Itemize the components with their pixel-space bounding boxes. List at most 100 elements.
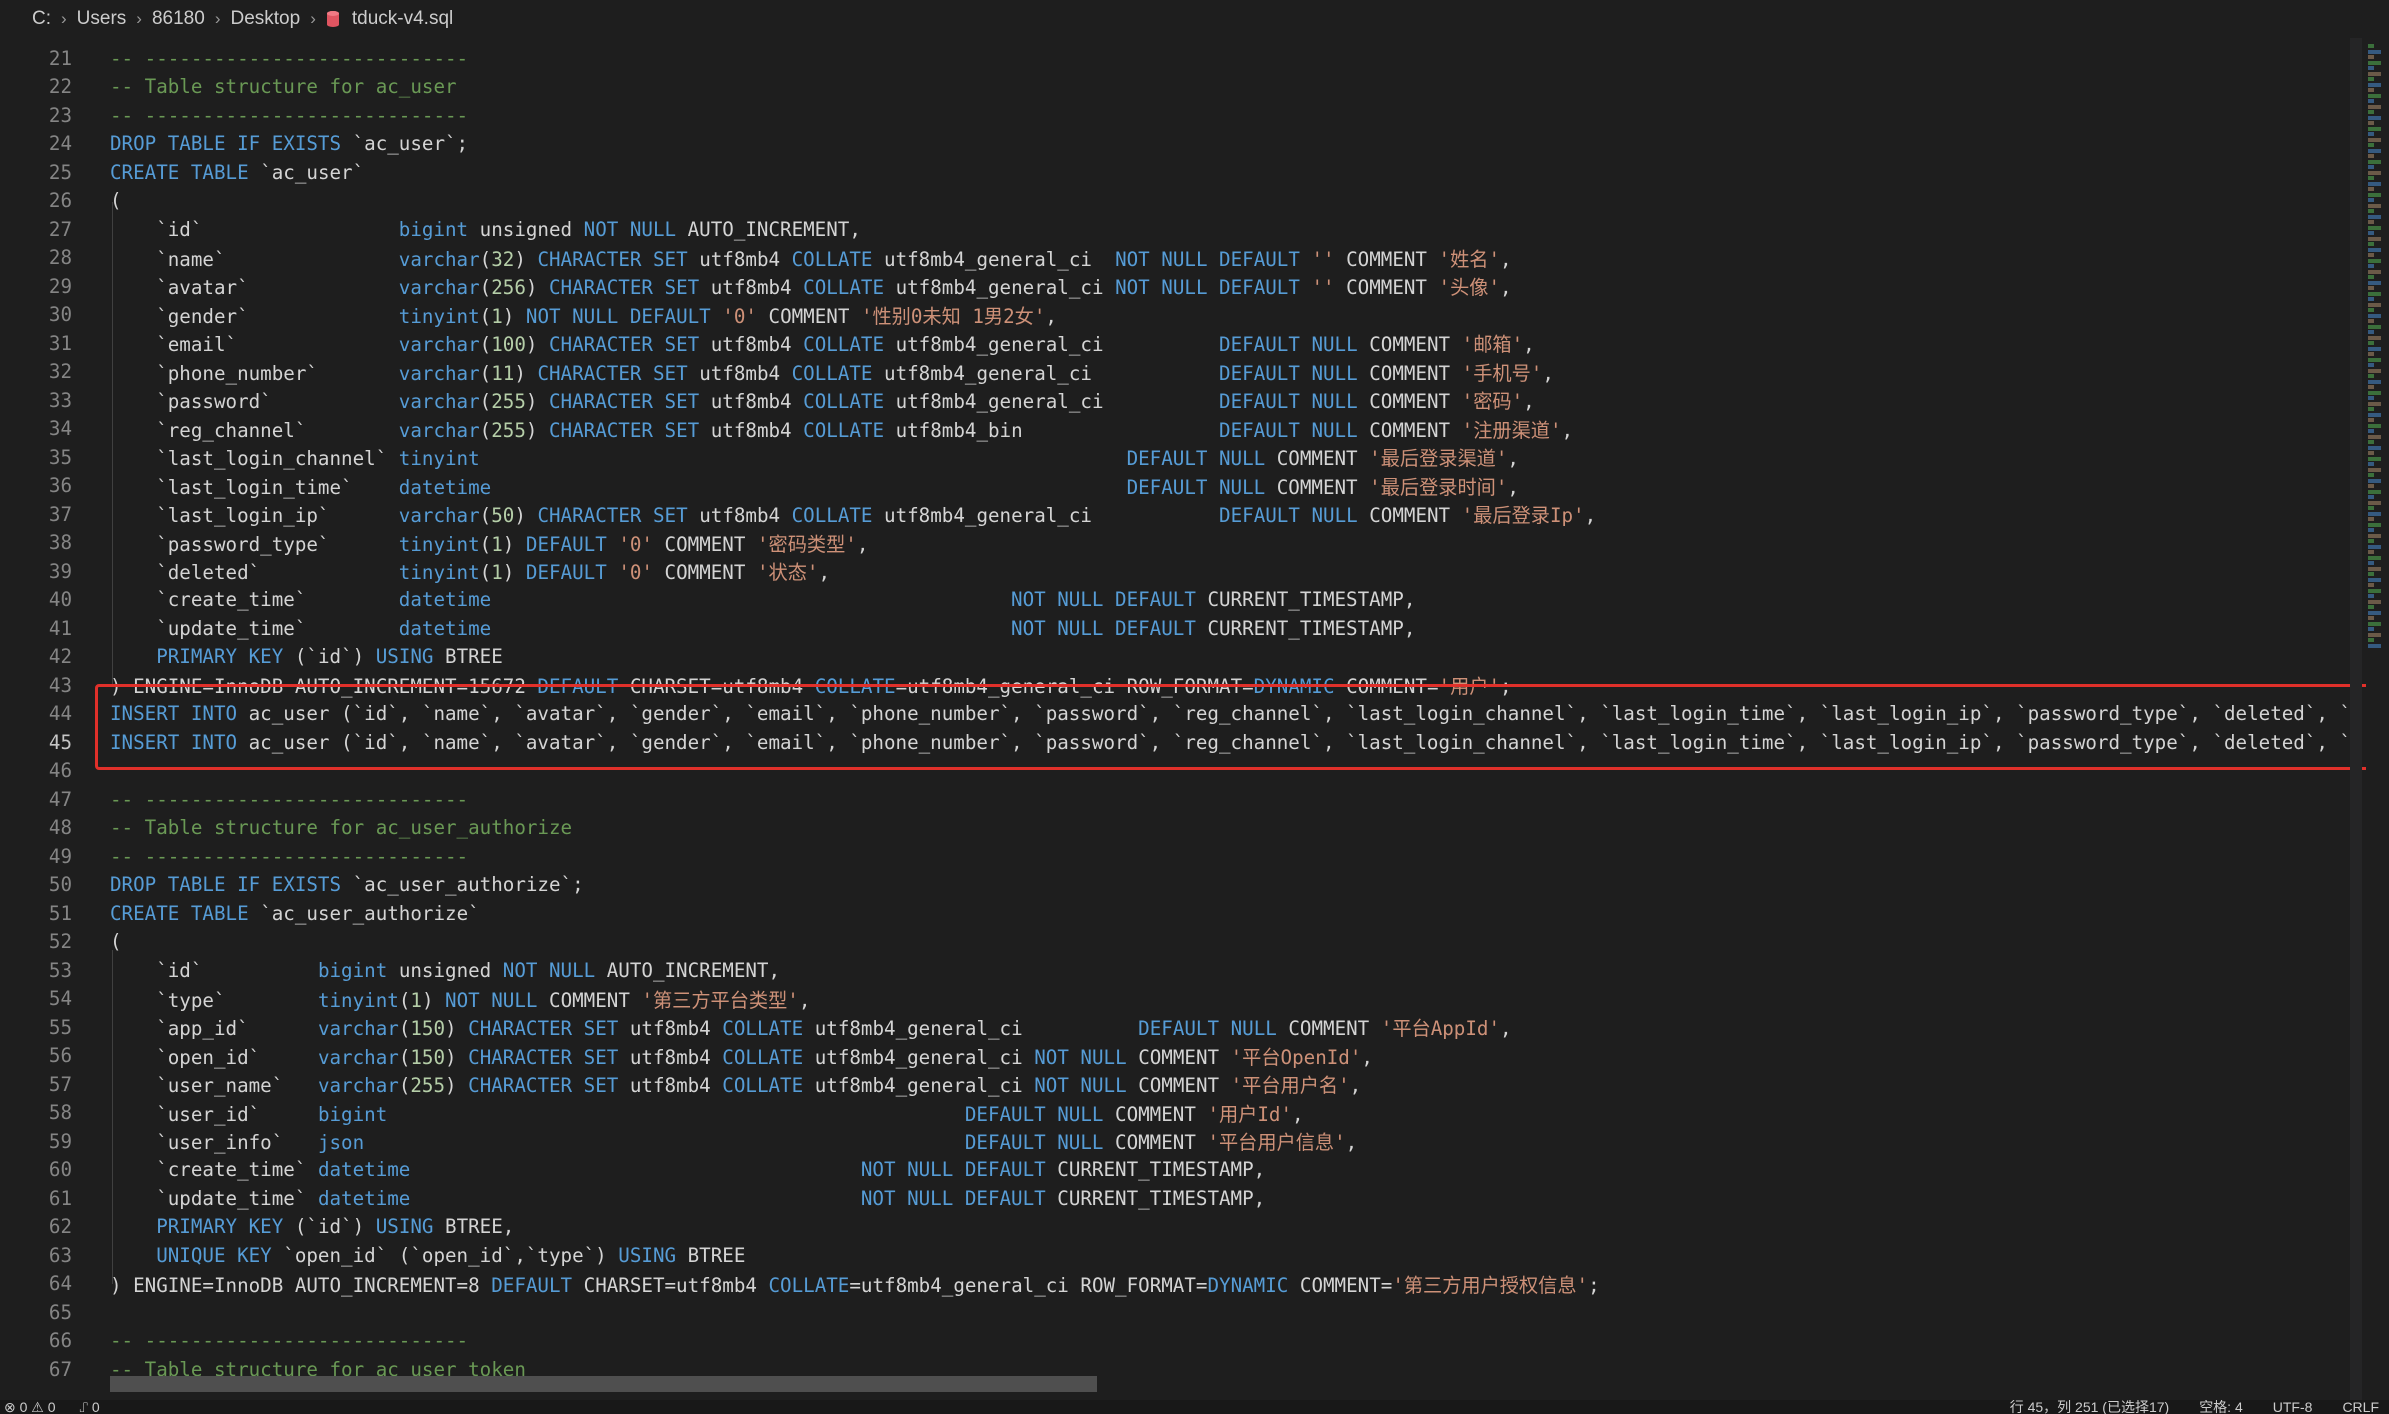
line-code: ( (110, 930, 122, 953)
code-line[interactable]: 31 `email` varchar(100) CHARACTER SET ut… (0, 329, 2360, 358)
code-token: COMMENT (1276, 447, 1370, 471)
code-line[interactable]: 37 `last_login_ip` varchar(50) CHARACTER… (0, 500, 2360, 529)
code-line[interactable]: 45 INSERT INTO ac_user (`id`, `name`, `av… (0, 728, 2363, 757)
code-token: utf8mb4_general_ci (895, 390, 1220, 414)
code-line[interactable]: 36 `last_login_time` datetime DEFAULT NU… (0, 472, 2360, 501)
code-line[interactable]: 65 (0, 1298, 2360, 1327)
breadcrumb-user-folder[interactable]: 86180 (152, 8, 205, 30)
code-line[interactable]: 55 `app_id` varchar(150) CHARACTER SET u… (0, 1013, 2360, 1042)
code-line[interactable]: 66 -- ---------------------------- (0, 1327, 2360, 1356)
line-number: 27 (48, 217, 72, 241)
code-line[interactable]: 22 -- Table structure for ac_user (0, 73, 2360, 102)
ports-indicator[interactable]: ⑀ 0 (80, 1400, 100, 1414)
code-line[interactable]: 40 `create_time` datetime NOT NULL DEFAU… (0, 586, 2360, 615)
code-line[interactable]: 39 `deleted` tinyint(1) DEFAULT '0' COMM… (0, 557, 2360, 586)
code-line[interactable]: 62 PRIMARY KEY (`id`) USING BTREE, (0, 1213, 2360, 1242)
code-line[interactable]: 28 `name` varchar(32) CHARACTER SET utf8… (0, 244, 2360, 273)
code-line[interactable]: 26 ( (0, 187, 2360, 216)
line-number: 30 (48, 303, 72, 327)
code-line[interactable]: 49 -- ---------------------------- (0, 842, 2360, 871)
code-line[interactable]: 50 DROP TABLE IF EXISTS `ac_user_authoriz… (0, 871, 2360, 900)
line-code: `last_login_channel` tinyint DEFAULT NUL… (110, 443, 1519, 471)
code-line[interactable]: 54 `type` tinyint(1) NOT NULL COMMENT '第… (0, 985, 2360, 1014)
code-line[interactable]: 42 PRIMARY KEY (`id`) USING BTREE (0, 643, 2360, 672)
code-line[interactable]: 29 `avatar` varchar(256) CHARACTER SET u… (0, 272, 2360, 301)
breadcrumb: C: › Users › 86180 › Desktop › tduck-v4.… (0, 0, 2389, 38)
code-line[interactable]: 23 -- ---------------------------- (0, 101, 2360, 130)
code-line[interactable]: 58 `user_id` bigint DEFAULT NULL COMMENT… (0, 1099, 2360, 1128)
line-code: `gender` tinyint(1) NOT NULL DEFAULT '0'… (110, 301, 1057, 329)
code-line[interactable]: 56 `open_id` varchar(150) CHARACTER SET … (0, 1042, 2360, 1071)
code-token: NOT NULL (1034, 1045, 1139, 1069)
code-token: CHARSET=utf8mb4 (583, 1273, 769, 1297)
breadcrumb-file[interactable]: tduck-v4.sql (352, 8, 453, 30)
code-line[interactable]: 24 DROP TABLE IF EXISTS `ac_user`; (0, 130, 2360, 159)
code-token: -- Table structure for ac_user (110, 75, 457, 99)
code-line[interactable]: 51 CREATE TABLE `ac_user_authorize` (0, 899, 2360, 928)
code-token: datetime DEFAULT NULL (398, 475, 1277, 499)
code-line[interactable]: 44 INSERT INTO ac_user (`id`, `name`, `av… (0, 700, 2363, 729)
minimap-line (2368, 319, 2374, 323)
code-line[interactable]: 33 `password` varchar(255) CHARACTER SET… (0, 386, 2360, 415)
encoding-setting[interactable]: UTF-8 (2273, 1400, 2313, 1414)
breadcrumb-desktop[interactable]: Desktop (230, 8, 300, 30)
indentation-setting[interactable]: 空格: 4 (2199, 1400, 2243, 1414)
code-token: '状态' (756, 561, 819, 585)
code-line[interactable]: 60 `create_time` datetime NOT NULL DEFAU… (0, 1156, 2360, 1185)
code-line[interactable]: 41 `update_time` datetime NOT NULL DEFAU… (0, 614, 2360, 643)
code-token: bigint (398, 217, 480, 241)
code-line[interactable]: 30 `gender` tinyint(1) NOT NULL DEFAULT … (0, 301, 2360, 330)
code-line[interactable]: 59 `user_info` json DEFAULT NULL COMMENT… (0, 1127, 2360, 1156)
line-code: -- Table structure for ac_user (110, 75, 457, 98)
code-line[interactable]: 47 -- ---------------------------- (0, 785, 2360, 814)
minimap-line (2368, 412, 2381, 417)
code-line[interactable]: 61 `update_time` datetime NOT NULL DEFAU… (0, 1184, 2360, 1213)
code-token: ( (479, 504, 492, 528)
code-token: utf8mb4 (710, 390, 804, 414)
code-token: CHARACTER SET (468, 1017, 630, 1041)
code-line[interactable]: 25 CREATE TABLE `ac_user` (0, 158, 2360, 187)
minimap[interactable] (2366, 38, 2389, 1400)
code-token: COMMENT (664, 532, 757, 556)
code-token: CHARACTER SET (537, 247, 700, 271)
code-token: '平台OpenId' (1230, 1045, 1362, 1069)
code-line[interactable]: 21 -- ---------------------------- (0, 44, 2360, 73)
eol-setting[interactable]: CRLF (2342, 1400, 2379, 1414)
minimap-line (2368, 176, 2374, 180)
vertical-scrollbar[interactable] (2350, 38, 2362, 1400)
line-number: 28 (48, 246, 72, 270)
code-line[interactable]: 32 `phone_number` varchar(11) CHARACTER … (0, 358, 2360, 387)
code-line[interactable]: 43) ENGINE=InnoDB AUTO_INCREMENT=15672 D… (0, 671, 2360, 700)
code-token: `phone_number` (110, 361, 399, 385)
breadcrumb-drive[interactable]: C: (32, 8, 51, 30)
code-token: ( (479, 304, 492, 328)
code-token: ) (502, 561, 526, 585)
code-line[interactable]: 64) ENGINE=InnoDB AUTO_INCREMENT=8 DEFAU… (0, 1270, 2360, 1299)
cursor-position[interactable]: 行 45，列 251 (已选择17) (2010, 1400, 2170, 1414)
code-line[interactable]: 52 ( (0, 928, 2360, 957)
minimap-line (2368, 49, 2381, 54)
code-line[interactable]: 48 -- Table structure for ac_user_authori… (0, 814, 2360, 843)
minimap-line (2368, 539, 2374, 543)
code-token: COMMENT (1138, 1074, 1231, 1098)
code-token: utf8mb4 (699, 361, 792, 385)
code-line[interactable]: 35 `last_login_channel` tinyint DEFAULT … (0, 443, 2360, 472)
code-line[interactable]: 34 `reg_channel` varchar(255) CHARACTER … (0, 415, 2360, 444)
code-token: UNIQUE KEY (110, 1243, 284, 1267)
code-line[interactable]: 53 `id` bigint unsigned NOT NULL AUTO_IN… (0, 956, 2360, 985)
code-line[interactable]: 46 (0, 757, 2360, 786)
horizontal-scrollbar-thumb[interactable] (110, 1376, 1097, 1392)
code-line[interactable]: 57 `user_name` varchar(255) CHARACTER SE… (0, 1070, 2360, 1099)
code-editor[interactable]: 21 -- ---------------------------- 22 -- Ta… (0, 38, 2389, 1400)
line-code: `update_time` datetime NOT NULL DEFAULT … (110, 1187, 1265, 1210)
code-line[interactable]: 27 `id` bigint unsigned NOT NULL AUTO_IN… (0, 215, 2360, 244)
code-line[interactable]: 38 `password_type` tinyint(1) DEFAULT '0… (0, 529, 2360, 558)
code-token: `create_time` (110, 588, 399, 612)
minimap-line (2368, 308, 2374, 312)
problems-indicator[interactable]: ⊗ 0 ⚠ 0 (4, 1400, 56, 1414)
breadcrumb-users[interactable]: Users (77, 8, 127, 30)
code-token: COMMENT (1115, 1102, 1208, 1126)
code-line[interactable]: 63 UNIQUE KEY `open_id` (`open_id`,`type… (0, 1241, 2360, 1270)
minimap-line (2368, 390, 2381, 395)
code-token: , (1349, 1074, 1362, 1098)
